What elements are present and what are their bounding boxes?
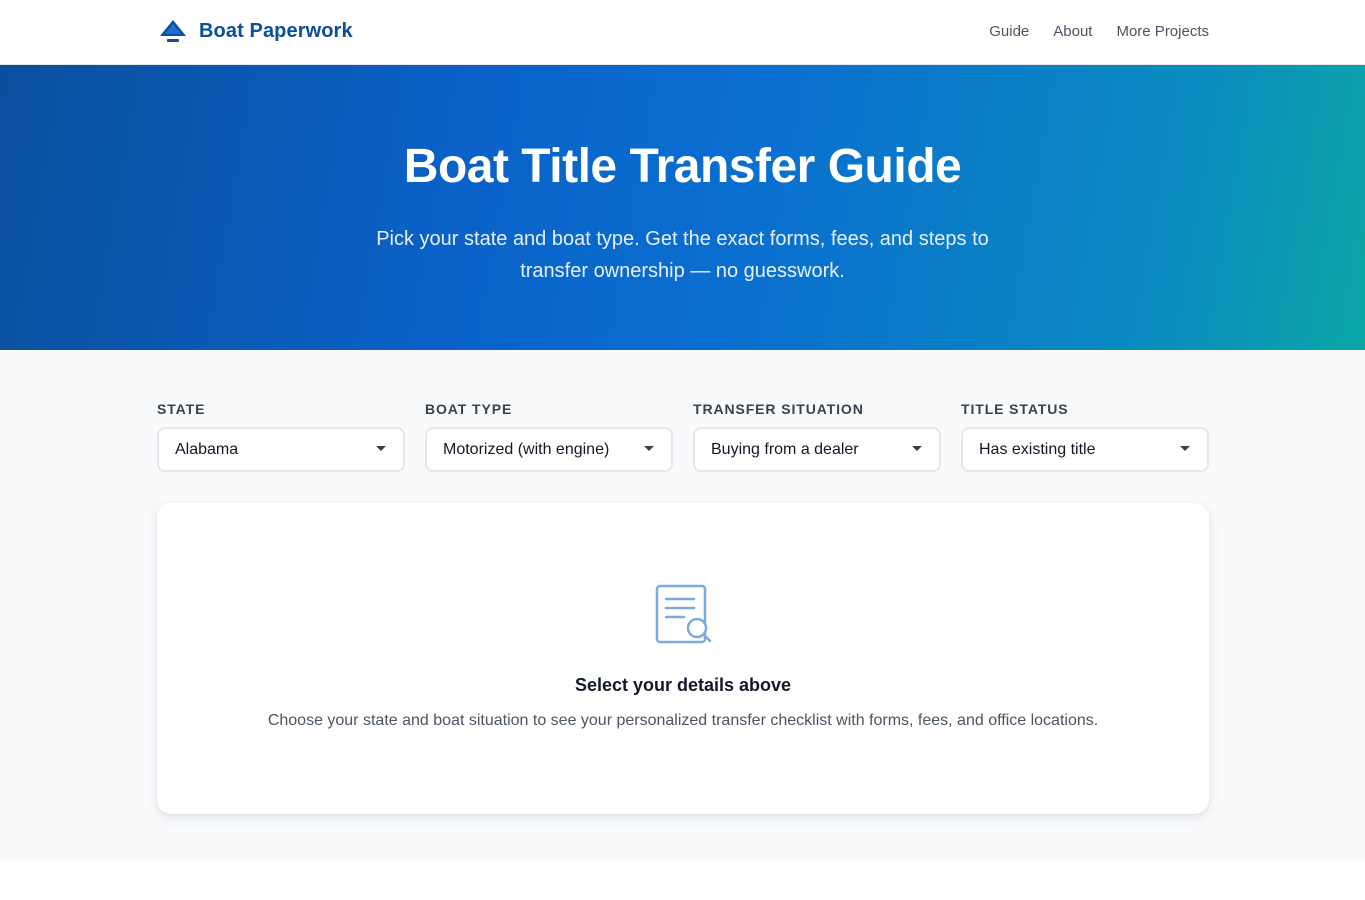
chevron-down-icon <box>644 446 654 451</box>
brand-name: Boat Paperwork <box>199 19 353 42</box>
state-select-value: Alabama <box>175 440 239 458</box>
top-navigation: Boat Paperwork Guide About More Projects <box>0 0 1365 65</box>
filter-state: STATE Alabama <box>157 401 405 472</box>
filter-state-label: STATE <box>157 401 206 417</box>
filter-title-status: TITLE STATUS Has existing title <box>961 401 1209 472</box>
boat-type-select[interactable]: Motorized (with engine) <box>425 427 673 472</box>
empty-state-description: Choose your state and boat situation to … <box>267 712 1099 729</box>
boat-type-select-value: Motorized (with engine) <box>443 440 610 458</box>
transfer-situation-select-value: Buying from a dealer <box>711 440 859 458</box>
empty-state-card: Select your details above Choose your st… <box>157 503 1209 814</box>
filter-boat-type: BOAT TYPE Motorized (with engine) <box>425 401 673 472</box>
state-select[interactable]: Alabama <box>157 427 405 472</box>
hero-title: Boat Title Transfer Guide <box>403 140 962 193</box>
filter-boat-type-label: BOAT TYPE <box>425 401 513 417</box>
main-content: STATE Alabama BOAT TYPE Motorized (with … <box>0 350 1365 863</box>
nav-links: Guide About More Projects <box>989 23 1209 40</box>
hero-subtitle: Pick your state and boat type. Get the e… <box>376 227 989 282</box>
filter-transfer-situation: TRANSFER SITUATION Buying from a dealer <box>693 401 941 472</box>
title-status-select-value: Has existing title <box>979 440 1096 458</box>
filter-transfer-situation-label: TRANSFER SITUATION <box>693 401 864 417</box>
filter-row: STATE Alabama BOAT TYPE Motorized (with … <box>157 401 1209 472</box>
document-search-icon <box>655 584 712 644</box>
chevron-down-icon <box>376 446 386 451</box>
nav-link-more-projects[interactable]: More Projects <box>1116 23 1209 40</box>
title-status-select[interactable]: Has existing title <box>961 427 1209 472</box>
filter-title-status-label: TITLE STATUS <box>961 401 1069 417</box>
chevron-down-icon <box>912 446 922 451</box>
nav-link-guide[interactable]: Guide <box>989 23 1029 40</box>
chevron-down-icon <box>1180 446 1190 451</box>
nav-link-about[interactable]: About <box>1053 23 1092 40</box>
brand-logo-link[interactable]: Boat Paperwork <box>158 18 353 44</box>
empty-state-title: Select your details above <box>574 675 792 695</box>
sailboat-icon <box>160 20 186 42</box>
hero-banner: Boat Title Transfer Guide Pick your stat… <box>0 65 1365 350</box>
transfer-situation-select[interactable]: Buying from a dealer <box>693 427 941 472</box>
